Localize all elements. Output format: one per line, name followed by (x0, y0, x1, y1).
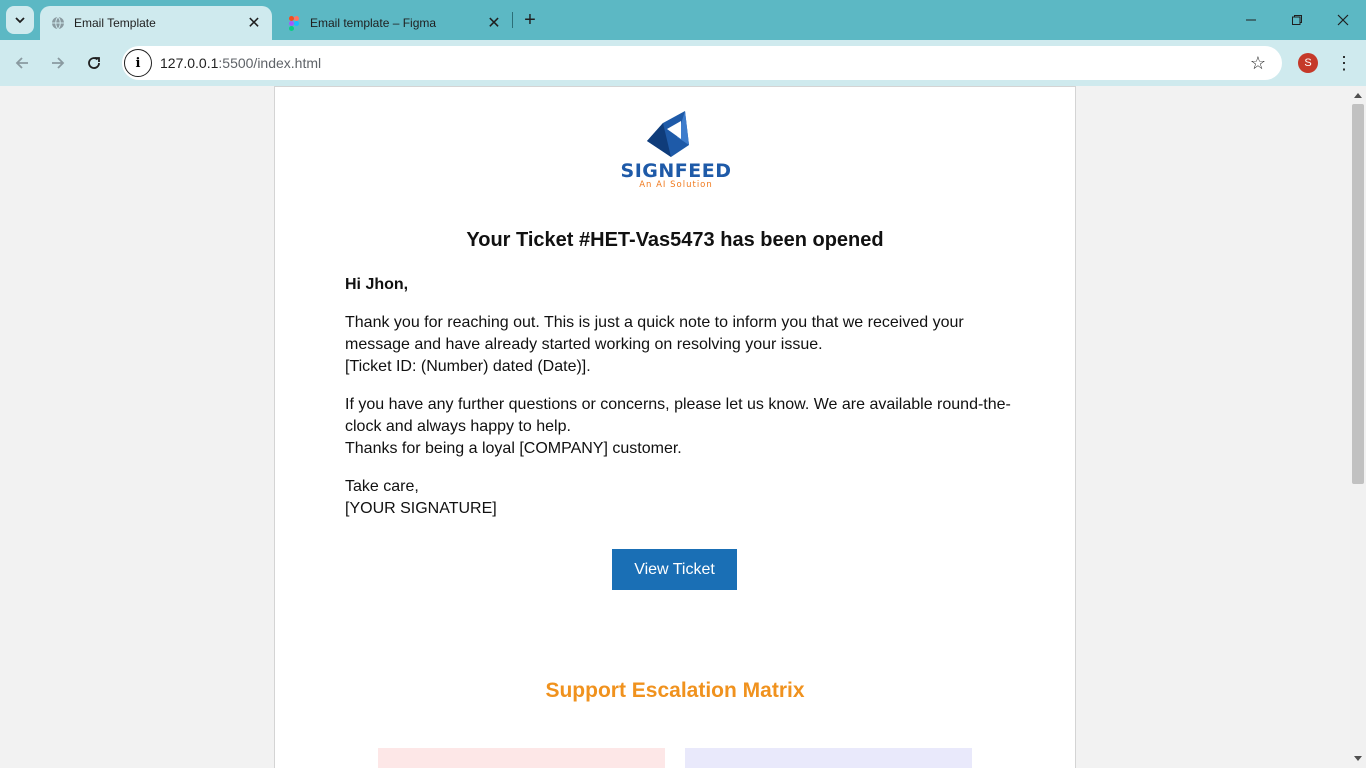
url-path: :5500/index.html (218, 55, 322, 71)
globe-icon (50, 15, 66, 31)
scrollbar-thumb[interactable] (1352, 104, 1364, 484)
paragraph-received: Thank you for reaching out. This is just… (345, 312, 1015, 378)
view-ticket-button[interactable]: View Ticket (612, 549, 737, 590)
signoff-text: Take care, (345, 478, 419, 495)
close-tab-icon[interactable]: ✕ (244, 13, 264, 33)
logo-wordmark: SIGNFEED (621, 160, 732, 182)
greeting: Hi Jhon, (345, 276, 409, 293)
tab-title: Email Template (74, 16, 156, 30)
scroll-down-arrow-icon[interactable] (1354, 756, 1362, 761)
paragraph-text: Thank you for reaching out. This is just… (345, 314, 964, 353)
info-icon[interactable]: i (124, 49, 152, 77)
star-icon[interactable]: ☆ (1244, 49, 1272, 77)
logo-tagline: An AI Solution (639, 180, 713, 189)
minimize-icon[interactable] (1228, 0, 1274, 40)
address-bar[interactable]: i 127.0.0.1:5500/index.html ☆ (122, 46, 1282, 80)
url-host: 127.0.0.1 (160, 55, 219, 71)
close-window-icon[interactable] (1320, 0, 1366, 40)
escalation-card (685, 748, 972, 768)
restore-icon[interactable] (1274, 0, 1320, 40)
paragraph-help: If you have any further questions or con… (345, 394, 1015, 460)
paragraph-text: If you have any further questions or con… (345, 396, 1011, 435)
escalation-matrix-title: Support Escalation Matrix (545, 679, 805, 702)
thanks-text: Thanks for being a loyal [COMPANY] custo… (345, 440, 682, 457)
plus-icon[interactable]: + (518, 8, 542, 32)
close-tab-icon[interactable]: ✕ (484, 13, 504, 33)
scroll-up-arrow-icon[interactable] (1354, 93, 1362, 98)
tab-title: Email template – Figma (310, 16, 437, 30)
url-text[interactable]: 127.0.0.1:5500/index.html (160, 55, 1244, 71)
email-headline: Your Ticket #HET-Vas5473 has been opened (466, 229, 884, 251)
signoff-block: Take care, [YOUR SIGNATURE] (345, 476, 1015, 520)
vertical-scrollbar[interactable] (1350, 86, 1366, 768)
tab-divider (512, 12, 513, 28)
tab-figma[interactable]: Email template – Figma ✕ (276, 6, 512, 40)
arrow-right-icon[interactable] (44, 49, 72, 77)
kebab-icon[interactable]: ⋮ (1332, 49, 1356, 77)
escalation-card (378, 748, 665, 768)
chevron-down-icon (15, 17, 25, 24)
email-body: Hi Jhon, Thank you for reaching out. Thi… (345, 274, 1015, 536)
arrow-left-icon[interactable] (8, 49, 36, 77)
browser-toolbar: i 127.0.0.1:5500/index.html ☆ S ⋮ (0, 40, 1366, 86)
signfeed-logo: SIGNFEED An AI Solution (615, 109, 737, 190)
tab-search-button[interactable] (6, 6, 34, 34)
tab-strip: Email Template ✕ Email template – Figma … (0, 0, 1366, 40)
page-viewport: SIGNFEED An AI Solution Your Ticket #HET… (0, 86, 1350, 768)
reload-icon[interactable] (80, 49, 108, 77)
ticket-id-text: [Ticket ID: (Number) dated (Date)]. (345, 358, 591, 375)
figma-icon (286, 15, 302, 31)
tab-email-template[interactable]: Email Template ✕ (40, 6, 272, 40)
profile-avatar[interactable]: S (1298, 53, 1318, 73)
signature-text: [YOUR SIGNATURE] (345, 500, 497, 517)
email-card: SIGNFEED An AI Solution Your Ticket #HET… (274, 86, 1076, 768)
